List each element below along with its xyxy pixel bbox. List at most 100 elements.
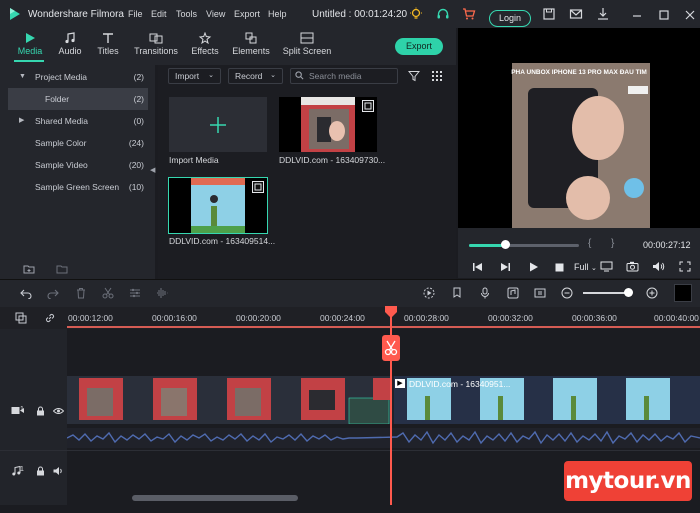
cut-icon[interactable] xyxy=(102,287,114,299)
filter-icon[interactable] xyxy=(408,70,420,82)
menu-help[interactable]: Help xyxy=(268,9,287,19)
audio-waveform[interactable] xyxy=(67,428,700,448)
video-track[interactable] xyxy=(67,376,700,425)
elements-icon xyxy=(245,32,257,44)
microphone-icon[interactable] xyxy=(479,287,491,299)
tab-split-screen[interactable]: Split Screen xyxy=(282,30,332,56)
zoom-out-icon[interactable] xyxy=(561,287,573,299)
collapse-panel-icon[interactable]: ◀ xyxy=(150,166,156,176)
mark-in-icon[interactable]: { xyxy=(588,238,591,249)
maximize-icon[interactable] xyxy=(657,8,671,22)
fullscreen-icon[interactable] xyxy=(679,261,691,272)
menu-edit[interactable]: Edit xyxy=(151,9,167,19)
close-icon[interactable] xyxy=(683,8,697,22)
timeline-settings-icon[interactable] xyxy=(674,284,692,302)
media-caption: DDLVID.com - 163409514... xyxy=(169,236,276,246)
mail-icon[interactable] xyxy=(569,7,583,21)
quality-dropdown[interactable]: Full ⌄ xyxy=(574,262,597,272)
scrub-handle[interactable] xyxy=(501,240,510,249)
save-icon[interactable] xyxy=(542,7,556,21)
delete-icon[interactable] xyxy=(75,287,87,299)
voiceover-icon[interactable] xyxy=(507,287,519,299)
menu-view[interactable]: View xyxy=(206,9,225,19)
timeline-scrollbar[interactable] xyxy=(132,495,298,501)
split-screen-icon xyxy=(300,32,314,44)
stop-icon[interactable] xyxy=(555,263,564,272)
link-icon[interactable] xyxy=(44,312,56,324)
media-clip-thumbnail[interactable] xyxy=(279,97,377,152)
lock-icon[interactable] xyxy=(36,466,45,476)
library-item-folder[interactable]: Folder (2) xyxy=(8,88,148,110)
tab-transitions[interactable]: Transitions xyxy=(133,30,179,56)
effects-icon xyxy=(198,32,212,44)
play-icon[interactable] xyxy=(528,262,539,272)
tab-effects[interactable]: Effects xyxy=(183,30,227,56)
audio-icon xyxy=(65,32,75,44)
music-track-number: 1 xyxy=(20,466,24,473)
bulb-icon[interactable] xyxy=(409,7,423,21)
export-button[interactable]: Export xyxy=(395,38,443,55)
library-item-sample-green-screen[interactable]: Sample Green Screen (10) xyxy=(8,176,148,198)
menu-file[interactable]: File xyxy=(128,9,143,19)
library-item-sample-video[interactable]: Sample Video (20) xyxy=(8,154,148,176)
marker-icon[interactable] xyxy=(451,287,463,299)
ruler-tick-label: 00:00:36:00 xyxy=(572,313,617,323)
playhead-handle[interactable] xyxy=(385,306,397,318)
menu-export[interactable]: Export xyxy=(234,9,260,19)
headset-icon[interactable] xyxy=(436,7,450,21)
eye-icon[interactable] xyxy=(53,407,64,415)
media-clip-thumbnail-selected[interactable] xyxy=(168,177,268,234)
import-dropdown[interactable]: Import ⌄ xyxy=(168,68,221,84)
menu-tools[interactable]: Tools xyxy=(176,9,197,19)
library-item-sample-color[interactable]: Sample Color (24) xyxy=(8,132,148,154)
zoom-slider[interactable] xyxy=(583,292,630,294)
import-media-tile[interactable] xyxy=(169,97,267,152)
folder-icon[interactable] xyxy=(56,264,68,274)
ruler-tick-label: 00:00:24:00 xyxy=(320,313,365,323)
zoom-slider-handle[interactable] xyxy=(624,288,633,297)
step-forward-icon[interactable] xyxy=(500,262,511,272)
snapshot-icon[interactable] xyxy=(626,261,639,272)
search-input[interactable]: Search media xyxy=(290,68,398,84)
library-item-count: (24) xyxy=(128,138,144,148)
library-item-project-media[interactable]: ▼ Project Media (2) xyxy=(8,66,148,88)
project-title: Untitled : 00:01:24:20 xyxy=(312,9,408,20)
login-button[interactable]: Login xyxy=(489,10,531,27)
audio-wave-icon[interactable] xyxy=(156,287,168,299)
snapshot-frame-icon[interactable] xyxy=(534,287,546,299)
new-folder-icon[interactable] xyxy=(23,264,35,274)
add-track-icon[interactable] xyxy=(15,312,27,324)
lock-icon[interactable] xyxy=(36,406,45,416)
chevron-right-icon: ▶ xyxy=(19,117,25,124)
download-icon[interactable] xyxy=(596,7,610,21)
record-dropdown[interactable]: Record ⌄ xyxy=(228,68,283,84)
library-item-shared-media[interactable]: ▶ Shared Media (0) xyxy=(8,110,148,132)
adjust-icon[interactable] xyxy=(129,287,141,299)
tab-elements[interactable]: Elements xyxy=(229,30,273,56)
redo-icon[interactable] xyxy=(47,287,59,299)
tab-label: Effects xyxy=(191,46,219,56)
cart-icon[interactable] xyxy=(462,7,476,21)
speaker-icon[interactable] xyxy=(53,466,64,476)
volume-icon[interactable] xyxy=(652,261,665,272)
timeline-clip-label: DDLVID.com - 16340951... xyxy=(409,379,511,389)
tab-label: Transitions xyxy=(134,46,178,56)
display-icon[interactable] xyxy=(600,261,613,272)
mark-out-icon[interactable]: } xyxy=(611,238,614,249)
tab-media[interactable]: Media xyxy=(8,30,52,56)
render-icon[interactable] xyxy=(423,287,435,299)
minimize-icon[interactable] xyxy=(630,8,644,22)
undo-icon[interactable] xyxy=(20,287,32,299)
tab-label: Elements xyxy=(232,46,270,56)
grid-view-icon[interactable] xyxy=(431,70,443,82)
tab-label: Media xyxy=(17,46,43,56)
ruler-tick-label: 00:00:28:00 xyxy=(404,313,449,323)
preview-video-frame xyxy=(512,63,650,229)
tab-titles[interactable]: Titles xyxy=(86,30,130,56)
step-back-icon[interactable] xyxy=(472,262,483,272)
transitions-icon xyxy=(149,33,163,44)
split-marker[interactable] xyxy=(382,335,400,361)
library-item-label: Sample Video xyxy=(35,160,88,170)
library-item-label: Folder xyxy=(45,94,70,104)
zoom-in-icon[interactable] xyxy=(646,287,658,299)
